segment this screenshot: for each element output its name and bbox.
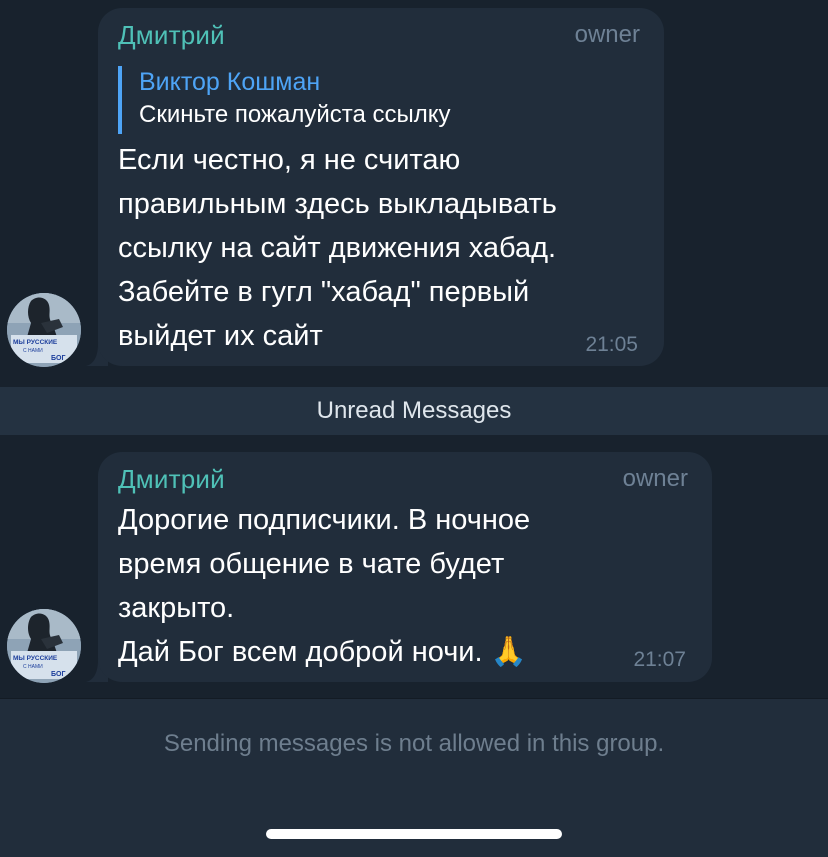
svg-text:С НАМИ: С НАМИ: [23, 348, 43, 354]
svg-text:БОГ: БОГ: [51, 355, 65, 362]
message-line: закрыто.: [118, 592, 235, 624]
message-line: Дорогие подписчики. В ночное: [118, 504, 531, 536]
message-line: выйдет их сайт: [118, 320, 323, 352]
svg-text:МЫ РУССКИЕ: МЫ РУССКИЕ: [13, 339, 58, 346]
message-line: Если честно, я не считаю: [118, 144, 461, 176]
message-line: время общение в чате будет: [118, 548, 505, 580]
sender-name[interactable]: Дмитрий: [118, 464, 225, 495]
chat-history[interactable]: Дмитрий owner Виктор Кошман Скиньте пожа…: [0, 0, 828, 698]
message-bubble[interactable]: Дмитрий owner Виктор Кошман Скиньте пожа…: [98, 8, 664, 366]
message-line: Забейте в гугл "хабад" первый: [118, 276, 530, 308]
sender-avatar[interactable]: МЫ РУССКИЕ С НАМИ БОГ: [7, 609, 81, 683]
message-text: Дорогие подписчики. В ночное время общен…: [118, 498, 530, 674]
input-area-disabled: Sending messages is not allowed in this …: [0, 698, 828, 857]
svg-text:БОГ: БОГ: [51, 671, 65, 678]
avatar-image-icon: МЫ РУССКИЕ С НАМИ БОГ: [7, 293, 81, 367]
home-indicator[interactable]: [266, 829, 562, 839]
sender-avatar[interactable]: МЫ РУССКИЕ С НАМИ БОГ: [7, 293, 81, 367]
message-line: ссылку на сайт движения хабад.: [118, 232, 557, 264]
message-line: правильным здесь выкладывать: [118, 188, 557, 220]
sender-role-badge: owner: [622, 465, 688, 492]
avatar-image-icon: МЫ РУССКИЕ С НАМИ БОГ: [7, 609, 81, 683]
praying-hands-icon: 🙏: [490, 636, 527, 668]
message-line-text: Дай Бог всем доброй ночи.: [118, 636, 483, 668]
message-time: 21:05: [585, 333, 638, 356]
svg-text:С НАМИ: С НАМИ: [23, 664, 43, 670]
reply-author: Виктор Кошман: [139, 68, 321, 96]
message-bubble[interactable]: Дмитрий owner Дорогие подписчики. В ночн…: [98, 452, 712, 682]
reply-text: Скиньте пожалуйста ссылку: [139, 101, 451, 128]
reply-preview[interactable]: Виктор Кошман Скиньте пожалуйста ссылку: [118, 66, 451, 134]
svg-text:МЫ РУССКИЕ: МЫ РУССКИЕ: [13, 655, 58, 662]
sender-name[interactable]: Дмитрий: [118, 20, 225, 51]
sender-role-badge: owner: [574, 21, 640, 48]
message-time: 21:07: [633, 648, 686, 671]
unread-messages-divider: Unread Messages: [0, 387, 828, 435]
message-text: Если честно, я не считаю правильным здес…: [118, 138, 557, 358]
sending-disabled-notice: Sending messages is not allowed in this …: [163, 730, 665, 757]
message-line: Дай Бог всем доброй ночи. 🙏: [118, 630, 530, 674]
